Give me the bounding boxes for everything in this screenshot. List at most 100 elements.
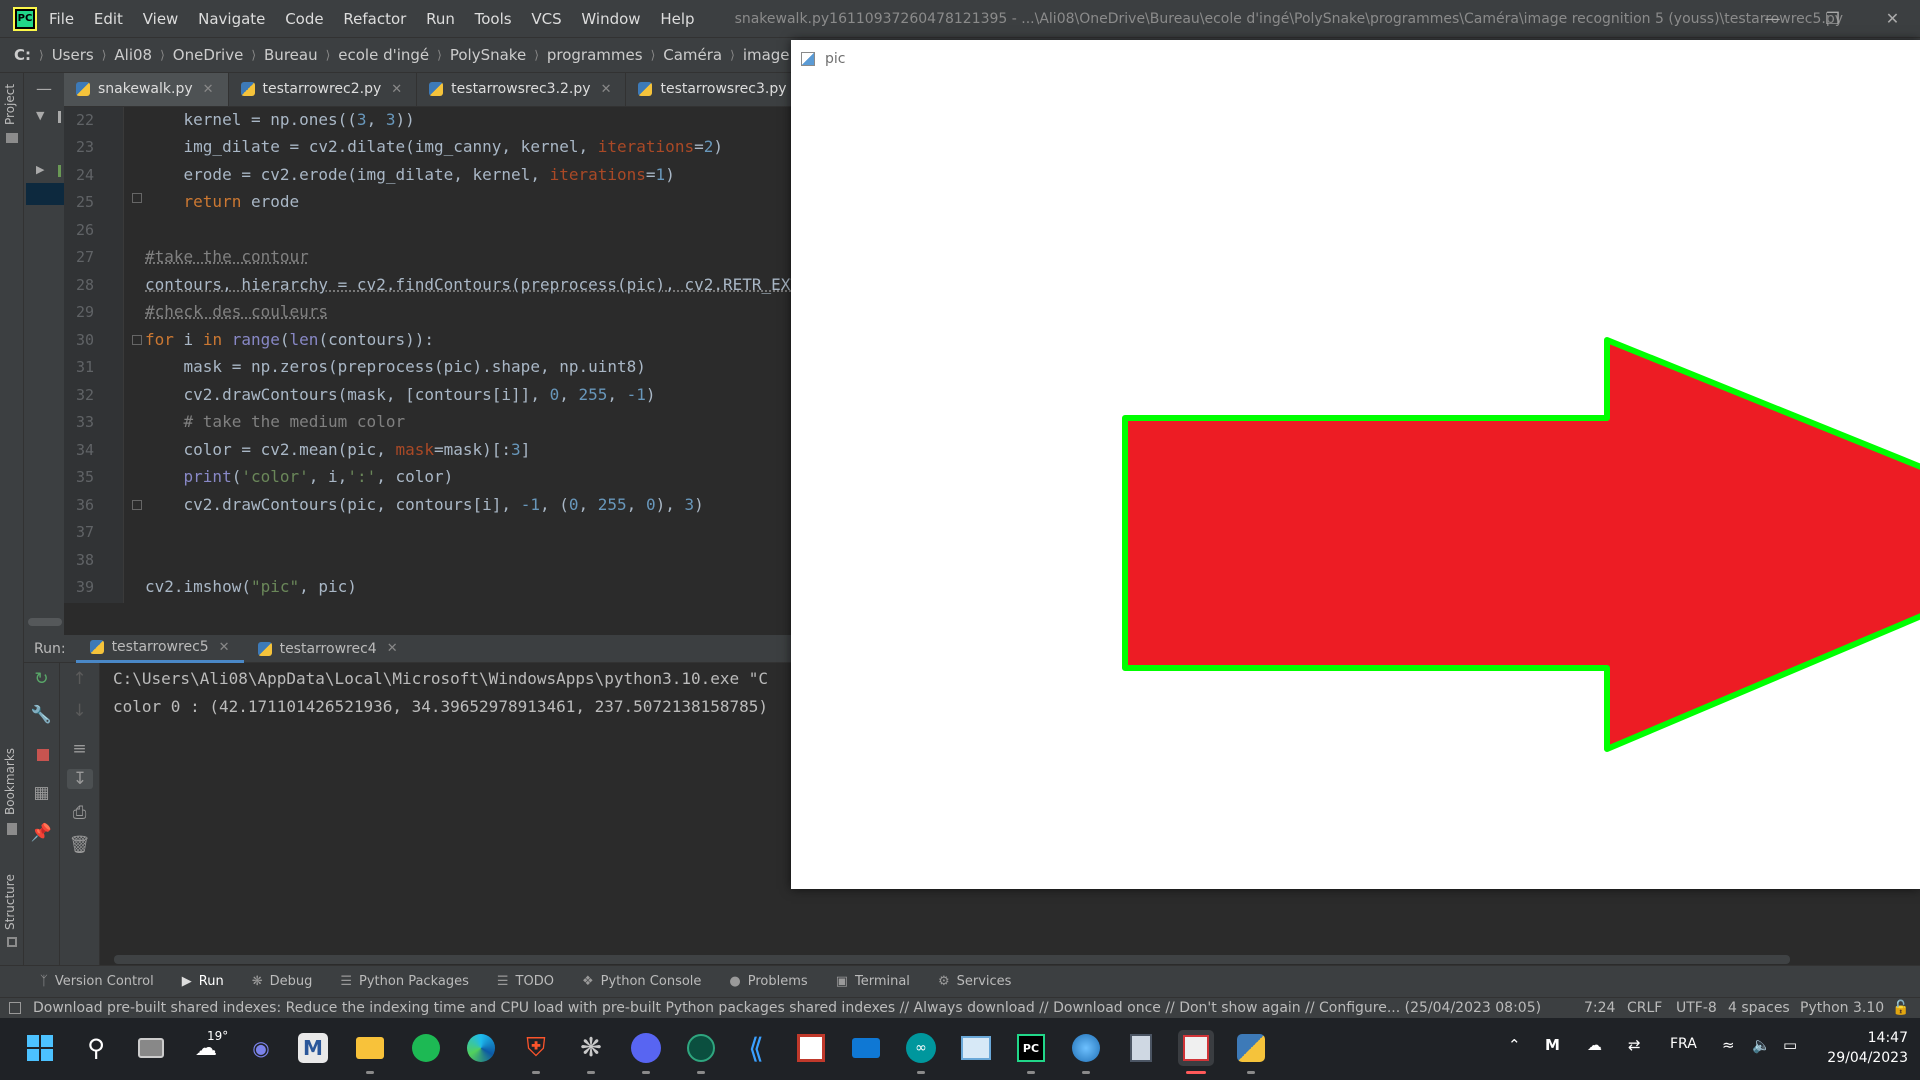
tool-python-console[interactable]: ❖ Python Console — [582, 974, 701, 989]
breadcrumb-camera[interactable]: Caméra — [663, 46, 722, 64]
discord-icon[interactable] — [628, 1030, 664, 1066]
file-encoding[interactable]: UTF-8 — [1676, 1000, 1717, 1016]
windows-start-icon[interactable] — [22, 1030, 58, 1066]
tool-problems[interactable]: ● Problems — [729, 974, 807, 989]
pin-icon[interactable]: 📌 — [24, 823, 59, 843]
menu-navigate[interactable]: Navigate — [198, 10, 265, 28]
project-tool-label[interactable]: Project — [3, 84, 17, 125]
app-icon[interactable] — [793, 1030, 829, 1066]
task-view-icon[interactable] — [133, 1030, 169, 1066]
close-icon[interactable]: ✕ — [1865, 0, 1920, 37]
wrench-icon[interactable]: 🔧 — [24, 705, 59, 725]
close-icon[interactable]: ✕ — [203, 82, 214, 97]
clock-date[interactable]: 29/04/2023 — [1800, 1050, 1908, 1066]
vscode-icon[interactable]: ⟪ — [738, 1030, 774, 1066]
mail-icon[interactable] — [848, 1030, 884, 1066]
menu-vcs[interactable]: VCS — [531, 10, 561, 28]
close-icon[interactable]: ✕ — [219, 640, 230, 655]
close-icon[interactable]: ✕ — [601, 82, 612, 97]
volume-icon[interactable]: 🔈 — [1752, 1036, 1771, 1054]
tool-terminal[interactable]: ▣ Terminal — [836, 974, 910, 989]
spotify-icon[interactable] — [408, 1030, 444, 1066]
snipping-tool-icon[interactable] — [1178, 1030, 1214, 1066]
wifi-icon[interactable]: ≈ — [1722, 1036, 1735, 1054]
console-horizontal-scrollbar[interactable] — [114, 955, 1790, 964]
breadcrumb-onedrive[interactable]: OneDrive — [173, 46, 244, 64]
python-interpreter[interactable]: Python 3.10 — [1800, 1000, 1884, 1016]
structure-tool-label[interactable]: Structure — [3, 874, 17, 930]
code-editor[interactable]: 22 23 24 25 26 27 28 29 30 31 32 33 34 3… — [64, 107, 848, 603]
layout-icon[interactable]: ▦ — [24, 783, 59, 803]
restore-icon[interactable]: ❐ — [1805, 0, 1860, 37]
app-gear-icon[interactable]: ❋ — [573, 1030, 609, 1066]
photos-icon[interactable] — [958, 1030, 994, 1066]
python-icon[interactable] — [1233, 1030, 1269, 1066]
app-icon[interactable] — [683, 1030, 719, 1066]
breadcrumb-users[interactable]: Users — [52, 46, 94, 64]
edge-icon[interactable] — [463, 1030, 499, 1066]
tray-settings-icon[interactable]: ⇄ — [1628, 1036, 1641, 1054]
menu-file[interactable]: File — [49, 10, 74, 28]
chevron-down-icon[interactable]: ▼ — [36, 109, 44, 122]
tool-debug[interactable]: ❋ Debug — [252, 974, 313, 989]
close-icon[interactable]: ✕ — [391, 82, 402, 97]
tool-todo[interactable]: ☰ TODO — [497, 974, 554, 989]
menu-refactor[interactable]: Refactor — [343, 10, 406, 28]
arrow-down-icon[interactable]: ↓ — [60, 701, 99, 721]
pycharm-logo-icon[interactable]: PC — [13, 6, 37, 31]
print-icon[interactable]: ⎙ — [60, 803, 99, 823]
battery-icon[interactable]: ▭ — [1783, 1036, 1797, 1054]
app-icon[interactable] — [1068, 1030, 1104, 1066]
tree-selected-row[interactable] — [26, 183, 64, 205]
tool-python-packages[interactable]: ☰ Python Packages — [340, 974, 469, 989]
menu-window[interactable]: Window — [581, 10, 640, 28]
app-icon[interactable]: M — [298, 1033, 328, 1063]
chevron-right-icon[interactable]: ▶ — [36, 163, 44, 176]
breadcrumb-ali08[interactable]: Ali08 — [114, 46, 152, 64]
fold-icon[interactable] — [132, 193, 142, 203]
breadcrumb-drive[interactable]: C: — [14, 46, 31, 64]
arrow-up-icon[interactable]: ↑ — [60, 669, 99, 689]
breadcrumb-programmes[interactable]: programmes — [547, 46, 643, 64]
bookmarks-tool-label[interactable]: Bookmarks — [3, 748, 17, 815]
tray-app-icon[interactable]: M — [1545, 1036, 1560, 1054]
stop-icon[interactable] — [37, 749, 49, 761]
close-icon[interactable]: ✕ — [387, 641, 398, 656]
cursor-position[interactable]: 7:24 — [1584, 1000, 1615, 1016]
structure-icon[interactable] — [7, 937, 17, 947]
soft-wrap-icon[interactable]: ≡ — [60, 739, 99, 759]
brave-icon[interactable]: ⛨ — [518, 1030, 554, 1066]
search-icon[interactable]: ⚲ — [78, 1030, 114, 1066]
indent-setting[interactable]: 4 spaces — [1728, 1000, 1790, 1016]
menu-code[interactable]: Code — [285, 10, 323, 28]
fold-icon[interactable] — [132, 500, 142, 510]
collapse-icon[interactable]: — — [36, 79, 52, 98]
pic-window[interactable]: pic — [791, 40, 1920, 889]
run-tab-testarrowrec5[interactable]: testarrowrec5 ✕ — [75, 635, 244, 663]
menu-help[interactable]: Help — [660, 10, 694, 28]
breadcrumb-ecole[interactable]: ecole d'ingé — [338, 46, 429, 64]
tool-run[interactable]: ▶ Run — [182, 974, 224, 989]
scroll-to-end-icon[interactable]: ↧ — [67, 769, 93, 789]
arduino-icon[interactable]: ∞ — [903, 1030, 939, 1066]
editor-scrollbar[interactable] — [28, 618, 62, 626]
teams-chat-icon[interactable]: ◉ — [243, 1030, 279, 1066]
trash-icon[interactable]: 🗑 — [60, 835, 99, 855]
tab-testarrowsrec3[interactable]: testarrowsrec3.py✕ — [626, 73, 791, 106]
rerun-icon[interactable]: ↻ — [24, 669, 59, 689]
pycharm-taskbar-icon[interactable]: PC — [1013, 1030, 1049, 1066]
menu-view[interactable]: View — [143, 10, 179, 28]
tab-snakewalk[interactable]: snakewalk.py ✕ — [64, 73, 229, 106]
chevron-up-icon[interactable]: ⌃ — [1508, 1036, 1521, 1054]
status-toggle-icon[interactable] — [9, 1002, 21, 1014]
run-tab-testarrowrec4[interactable]: testarrowrec4 ✕ — [244, 635, 412, 663]
tab-testarrowrec2[interactable]: testarrowrec2.py ✕ — [229, 73, 418, 106]
pic-window-titlebar[interactable]: pic — [791, 40, 1920, 78]
calculator-icon[interactable] — [1123, 1030, 1159, 1066]
minimize-icon[interactable]: — — [1745, 0, 1800, 37]
breadcrumb-bureau[interactable]: Bureau — [264, 46, 318, 64]
status-message[interactable]: Download pre-built shared indexes: Reduc… — [33, 1000, 1553, 1016]
language-indicator[interactable]: FRA — [1670, 1036, 1697, 1052]
lock-icon[interactable]: 🔓 — [1892, 1000, 1909, 1016]
fold-icon[interactable] — [132, 335, 142, 345]
